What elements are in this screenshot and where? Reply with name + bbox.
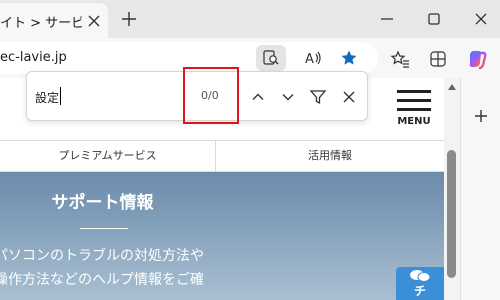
scroll-up-arrow-icon[interactable] (448, 84, 456, 90)
menu-label: MENU (397, 116, 431, 127)
chat-bubble-icon (410, 270, 431, 282)
favorite-star-icon[interactable] (334, 45, 364, 71)
hero-title: サポート情報 (51, 193, 154, 213)
svg-text:A: A (305, 52, 314, 67)
plus-icon[interactable] (473, 108, 489, 124)
menu-button[interactable]: MENU (395, 88, 433, 132)
subnav-item-usage-info[interactable]: 活用情報 (216, 141, 444, 171)
scroll-thumb[interactable] (447, 150, 456, 278)
match-count-highlight (183, 67, 239, 124)
filter-icon (309, 90, 327, 105)
hero-text-line: 操作方法などのヘルプ情報をご確 (0, 272, 204, 288)
hero-text-line: パソコンのトラブルの対処方法や (0, 248, 204, 264)
minimize-icon[interactable] (379, 11, 395, 27)
chevron-down-icon (282, 94, 294, 101)
browser-tab[interactable]: イト > サービス＆サ (0, 3, 108, 38)
find-next-button[interactable] (277, 86, 299, 108)
menu-bar-line (397, 99, 431, 102)
find-previous-button[interactable] (247, 86, 269, 108)
close-icon[interactable] (86, 13, 102, 29)
extensions-icon[interactable] (427, 48, 449, 70)
sub-navigation: プレミアムサービス 活用情報 (0, 140, 444, 172)
hero-divider (80, 228, 128, 229)
find-close-button[interactable] (338, 86, 360, 108)
copilot-icon[interactable] (466, 48, 488, 70)
menu-bar-line (397, 90, 431, 93)
maximize-icon[interactable] (426, 11, 442, 27)
find-filter-button[interactable] (307, 86, 329, 108)
tab-strip: イト > サービス＆サ (0, 0, 500, 38)
subnav-item-premium-service[interactable]: プレミアムサービス (0, 141, 215, 171)
hero-banner: サポート情報 パソコンのトラブルの対処方法や 操作方法などのヘルプ情報をご確 チ (0, 172, 444, 300)
new-tab-icon[interactable] (121, 11, 137, 27)
favorites-icon[interactable] (389, 48, 411, 70)
chat-support-badge[interactable]: チ (396, 267, 444, 300)
close-icon (343, 91, 355, 103)
find-input[interactable] (35, 86, 185, 108)
edge-sidebar (460, 78, 500, 300)
chat-badge-label: チ (413, 284, 426, 298)
close-window-icon[interactable] (473, 11, 489, 27)
menu-bar-line (397, 108, 431, 111)
page-scrollbar[interactable] (444, 78, 460, 300)
url-text: ec-lavie.jp (0, 50, 67, 65)
tab-title: イト > サービス＆サ (0, 16, 82, 31)
chevron-up-icon (252, 93, 264, 100)
read-aloud-icon[interactable]: A (298, 45, 328, 71)
find-on-page-icon[interactable] (256, 45, 286, 71)
find-bar: 0/0 (26, 67, 368, 124)
text-caret (60, 87, 61, 105)
